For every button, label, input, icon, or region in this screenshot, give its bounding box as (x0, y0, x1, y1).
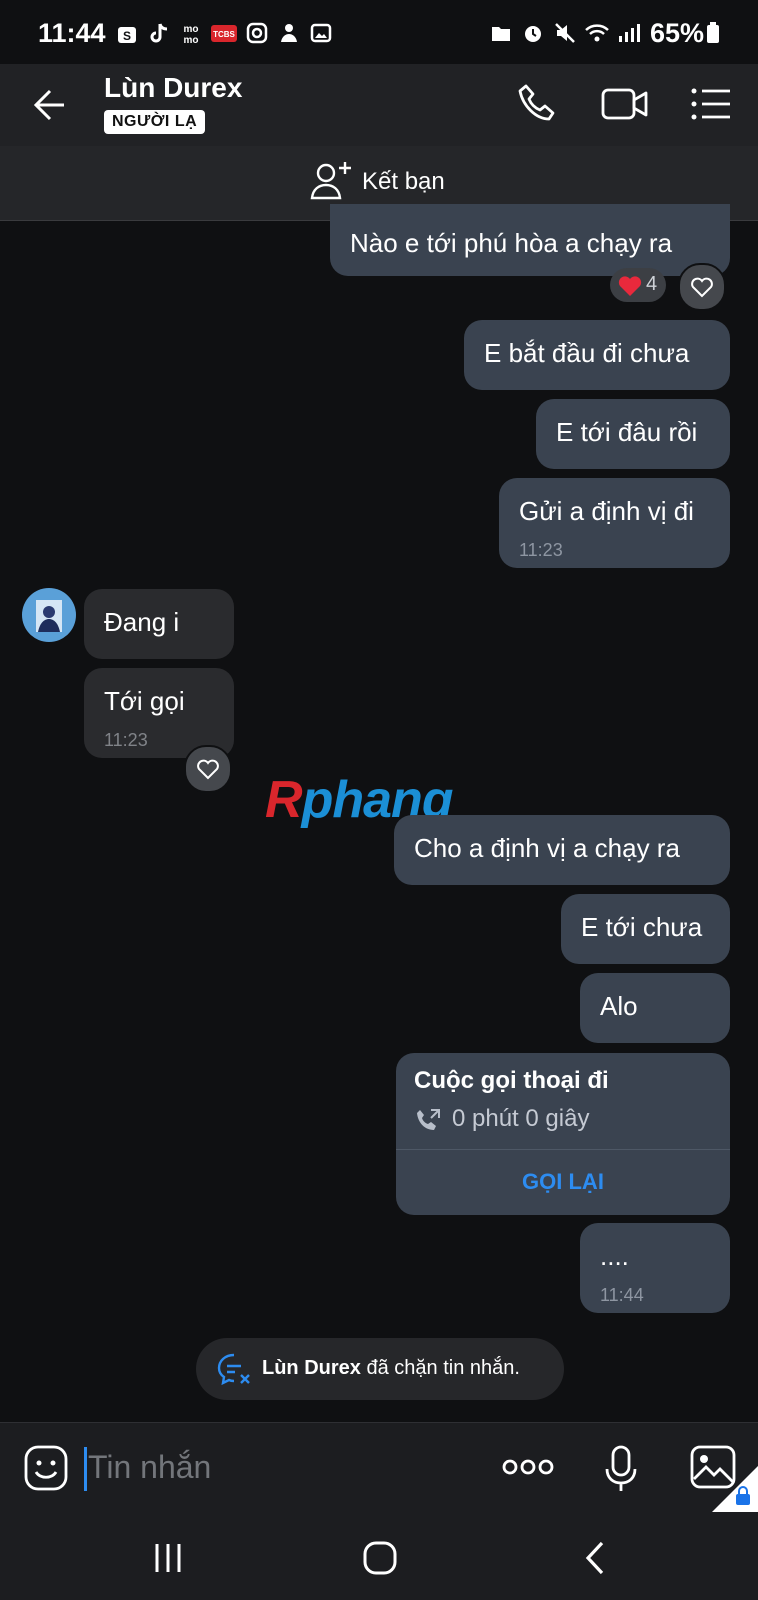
message-time: 11:23 (519, 540, 563, 560)
svg-text:S: S (123, 29, 131, 43)
message-text: E bắt đầu đi chưa (484, 338, 690, 368)
battery-icon (707, 22, 719, 43)
home-icon[interactable] (362, 1540, 398, 1576)
voice-call-card[interactable]: Cuộc gọi thoại đi 0 phút 0 giây GỌI LẠI (396, 1053, 730, 1215)
svg-text:mo: mo (184, 24, 199, 35)
message-sent[interactable]: E bắt đầu đi chưa (464, 320, 730, 390)
text-cursor (84, 1447, 87, 1491)
recent-apps-icon[interactable] (150, 1540, 186, 1576)
add-friend-icon (310, 162, 351, 200)
sticker-icon[interactable] (24, 1445, 68, 1491)
call-back-button[interactable]: GỌI LẠI (396, 1149, 730, 1215)
message-received[interactable]: Đang i (84, 589, 234, 659)
alarm-icon (525, 26, 541, 42)
menu-list-icon[interactable] (690, 84, 732, 124)
message-sent[interactable]: .... 11:44 (580, 1223, 730, 1313)
react-button[interactable] (678, 263, 726, 311)
message-time: 11:23 (104, 730, 148, 750)
message-text: Alo (600, 991, 638, 1021)
call-duration: 0 phút 0 giây (452, 1105, 590, 1132)
stranger-badge: NGƯỜI LẠ (104, 110, 206, 134)
message-text: Nào e tới phú hòa a chạy ra (350, 228, 673, 258)
message-composer: Tin nhắn (0, 1422, 758, 1519)
app-notification-icon (281, 24, 297, 42)
message-text: Tới gọi (104, 686, 185, 716)
add-friend-label: Kết bạn (362, 168, 445, 195)
heart-outline-icon (691, 277, 713, 298)
message-sent[interactable]: E tới đâu rồi (536, 399, 730, 469)
secure-folder-badge-icon (712, 1466, 758, 1512)
react-button[interactable] (184, 745, 232, 793)
message-sent[interactable]: Alo (580, 973, 730, 1043)
svg-text:mo: mo (184, 35, 199, 44)
gallery-icon (310, 23, 332, 43)
system-nav-bar (0, 1518, 758, 1600)
svg-text:TCBS: TCBS (213, 30, 235, 39)
battery-percent: 65% (650, 18, 705, 48)
message-text: .... (600, 1241, 629, 1271)
signal-icon (619, 24, 640, 42)
heart-outline-icon (197, 759, 219, 780)
tcbs-icon: TCBS (211, 25, 237, 42)
message-text: Gửi a định vị đi (519, 496, 694, 526)
message-text: E tới chưa (581, 912, 703, 942)
message-sent[interactable]: Cho a định vị a chạy ra (394, 815, 730, 885)
blocked-notice: Lùn Durex đã chặn tin nhắn. (196, 1338, 564, 1400)
outgoing-call-icon (417, 1109, 440, 1130)
wifi-icon (585, 24, 609, 42)
microphone-icon[interactable] (604, 1445, 638, 1495)
message-text: Cho a định vị a chạy ra (414, 833, 680, 863)
message-sent[interactable]: Gửi a định vị đi 11:23 (499, 478, 730, 568)
back-arrow-icon[interactable] (30, 86, 68, 124)
instagram-icon (246, 22, 268, 44)
status-bar: 11:44 S mo mo TCBS 65% (0, 0, 758, 64)
call-title: Cuộc gọi thoại đi (414, 1067, 609, 1094)
phone-call-icon[interactable] (516, 82, 560, 126)
back-nav-icon[interactable] (578, 1540, 614, 1576)
reaction-count: 4 (646, 273, 658, 295)
reaction-summary[interactable]: 4 (610, 268, 666, 302)
message-sent[interactable]: E tới chưa (561, 894, 730, 964)
shopee-icon: S (118, 27, 136, 43)
chat-header: Lùn Durex NGƯỜI LẠ (0, 64, 758, 146)
message-text: Đang i (104, 607, 180, 637)
message-time: 11:44 (600, 1285, 644, 1305)
message-input[interactable]: Tin nhắn (88, 1449, 211, 1486)
video-call-icon[interactable] (600, 84, 650, 124)
momo-icon: momo (184, 24, 199, 44)
more-options-icon[interactable] (502, 1457, 554, 1477)
message-sent[interactable]: Nào e tới phú hòa a chạy ra (330, 204, 730, 276)
blocked-notice-text: Lùn Durex đã chặn tin nhắn. (262, 1357, 520, 1379)
contact-name[interactable]: Lùn Durex (104, 72, 242, 104)
heart-reaction-icon (618, 276, 642, 296)
secure-folder-icon (492, 27, 510, 41)
blocked-message-icon (217, 1353, 250, 1386)
status-time: 11:44 (38, 18, 106, 48)
mute-icon (555, 23, 575, 43)
tiktok-icon (150, 23, 168, 43)
message-text: E tới đâu rồi (556, 417, 698, 447)
contact-avatar[interactable] (22, 588, 76, 642)
